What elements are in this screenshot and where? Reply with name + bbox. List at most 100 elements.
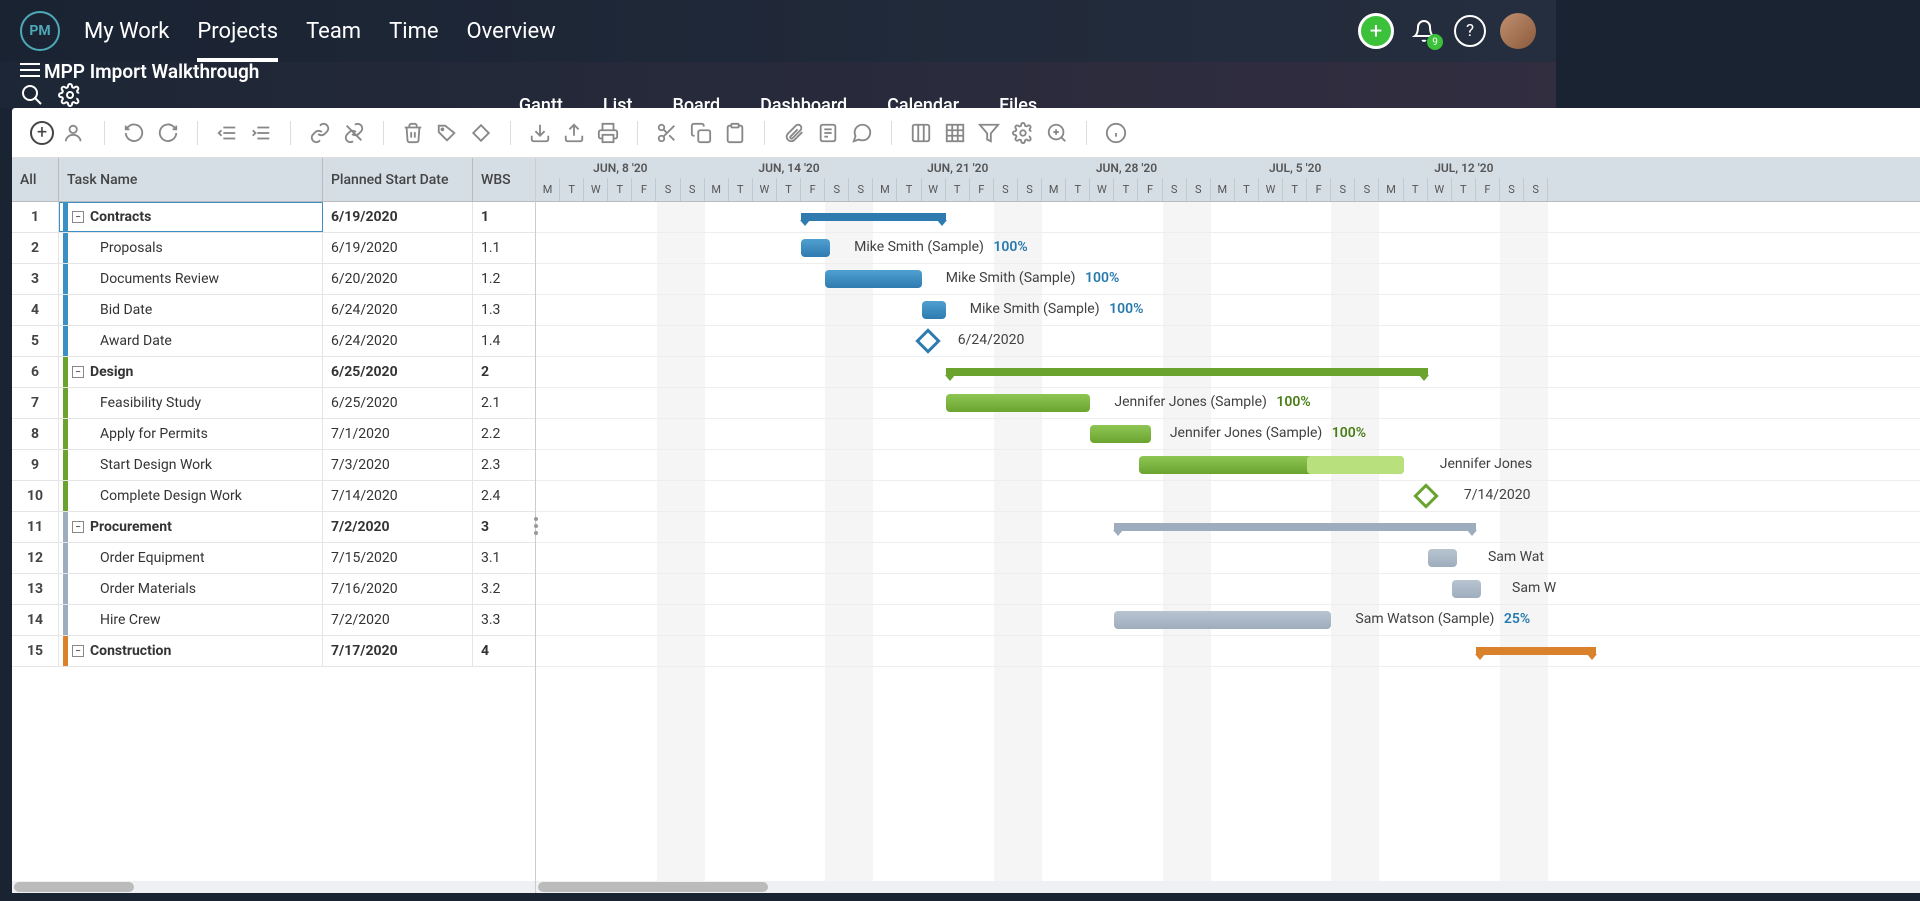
planned-start-cell[interactable]: 7/2/2020 — [323, 605, 473, 635]
nav-projects[interactable]: Projects — [197, 1, 278, 62]
planned-start-cell[interactable]: 7/14/2020 — [323, 481, 473, 511]
info-icon[interactable] — [1103, 120, 1129, 146]
task-row[interactable]: 3Documents Review6/20/20201.2 — [12, 264, 535, 295]
delete-icon[interactable] — [400, 120, 426, 146]
filter-icon[interactable] — [976, 120, 1002, 146]
wbs-cell[interactable]: 3.3 — [473, 605, 535, 635]
milestone-marker[interactable] — [915, 328, 940, 353]
wbs-cell[interactable]: 3.1 — [473, 543, 535, 573]
nav-overview[interactable]: Overview — [467, 1, 556, 62]
search-icon[interactable] — [20, 83, 44, 111]
gantt-row[interactable]: Mike Smith (Sample) 100% — [536, 264, 1920, 295]
nav-my-work[interactable]: My Work — [84, 1, 169, 62]
task-row[interactable]: 1−Contracts6/19/20201 — [12, 202, 535, 233]
zoom-icon[interactable] — [1044, 120, 1070, 146]
task-name-cell[interactable]: Bid Date — [59, 295, 323, 325]
task-row[interactable]: 12Order Equipment7/15/20203.1 — [12, 543, 535, 574]
assign-user-icon[interactable] — [62, 120, 88, 146]
gantt-bar[interactable] — [1307, 456, 1403, 474]
collapse-icon[interactable]: − — [72, 366, 84, 378]
collapse-icon[interactable]: − — [72, 521, 84, 533]
planned-start-cell[interactable]: 7/2/2020 — [323, 512, 473, 542]
task-name-cell[interactable]: Hire Crew — [59, 605, 323, 635]
gantt-row[interactable]: Jennifer Jones (Sample) 100% — [536, 388, 1920, 419]
nav-time[interactable]: Time — [389, 1, 438, 62]
gantt-row[interactable] — [536, 512, 1920, 543]
header-planned-start[interactable]: Planned Start Date — [323, 158, 473, 201]
wbs-cell[interactable]: 3.2 — [473, 574, 535, 604]
collapse-icon[interactable]: − — [72, 645, 84, 657]
milestone-marker[interactable] — [1414, 483, 1439, 508]
gantt-bar[interactable] — [1476, 647, 1597, 655]
wbs-cell[interactable]: 2 — [473, 357, 535, 387]
print-icon[interactable] — [595, 120, 621, 146]
task-name-cell[interactable]: −Contracts — [59, 202, 323, 232]
task-name-cell[interactable]: Order Equipment — [59, 543, 323, 573]
tag-icon[interactable] — [434, 120, 460, 146]
task-name-cell[interactable]: Complete Design Work — [59, 481, 323, 511]
gantt-row[interactable] — [536, 202, 1920, 233]
gantt-row[interactable]: Jennifer Jones — [536, 450, 1920, 481]
planned-start-cell[interactable]: 6/19/2020 — [323, 233, 473, 263]
task-row[interactable]: 4Bid Date6/24/20201.3 — [12, 295, 535, 326]
wbs-cell[interactable]: 1.2 — [473, 264, 535, 294]
gantt-row[interactable] — [536, 357, 1920, 388]
task-name-cell[interactable]: −Design — [59, 357, 323, 387]
planned-start-cell[interactable]: 7/15/2020 — [323, 543, 473, 573]
wbs-cell[interactable]: 2.4 — [473, 481, 535, 511]
task-name-cell[interactable]: Order Materials — [59, 574, 323, 604]
gantt-bar[interactable] — [801, 213, 946, 221]
paste-icon[interactable] — [722, 120, 748, 146]
gantt-bar[interactable] — [825, 270, 921, 288]
planned-start-cell[interactable]: 6/25/2020 — [323, 357, 473, 387]
gantt-row[interactable]: Sam W — [536, 574, 1920, 605]
planned-start-cell[interactable]: 6/19/2020 — [323, 202, 473, 232]
task-row[interactable]: 13Order Materials7/16/20203.2 — [12, 574, 535, 605]
wbs-cell[interactable]: 3 — [473, 512, 535, 542]
gantt-row[interactable]: 7/14/2020 — [536, 481, 1920, 512]
redo-icon[interactable] — [155, 120, 181, 146]
gantt-bar[interactable] — [1428, 549, 1457, 567]
gantt-bar[interactable] — [1090, 425, 1150, 443]
planned-start-cell[interactable]: 7/3/2020 — [323, 450, 473, 480]
app-logo[interactable]: PM — [20, 11, 60, 51]
outdent-icon[interactable] — [214, 120, 240, 146]
task-row[interactable]: 5Award Date6/24/20201.4 — [12, 326, 535, 357]
wbs-cell[interactable]: 1.3 — [473, 295, 535, 325]
edge-handle[interactable] — [0, 451, 1, 485]
gantt-row[interactable]: Sam Wat — [536, 543, 1920, 574]
nav-team[interactable]: Team — [306, 1, 361, 62]
gantt-row[interactable] — [536, 636, 1920, 667]
gear-icon[interactable] — [1010, 120, 1036, 146]
notes-icon[interactable] — [815, 120, 841, 146]
task-name-cell[interactable]: −Procurement — [59, 512, 323, 542]
wbs-cell[interactable]: 2.1 — [473, 388, 535, 418]
gantt-row[interactable]: Mike Smith (Sample) 100% — [536, 233, 1920, 264]
task-row[interactable]: 2Proposals6/19/20201.1 — [12, 233, 535, 264]
task-row[interactable]: 9Start Design Work7/3/20202.3 — [12, 450, 535, 481]
task-name-cell[interactable]: Start Design Work — [59, 450, 323, 480]
gantt-hscroll[interactable] — [536, 881, 1920, 893]
gantt-bar[interactable] — [922, 301, 946, 319]
add-button[interactable]: + — [1358, 13, 1394, 49]
wbs-cell[interactable]: 4 — [473, 636, 535, 666]
planned-start-cell[interactable]: 6/24/2020 — [323, 295, 473, 325]
gantt-bar[interactable] — [1452, 580, 1481, 598]
planned-start-cell[interactable]: 6/20/2020 — [323, 264, 473, 294]
undo-icon[interactable] — [121, 120, 147, 146]
planned-start-cell[interactable]: 7/1/2020 — [323, 419, 473, 449]
task-row[interactable]: 14Hire Crew7/2/20203.3 — [12, 605, 535, 636]
wbs-cell[interactable]: 1.4 — [473, 326, 535, 356]
task-row[interactable]: 7Feasibility Study6/25/20202.1 — [12, 388, 535, 419]
unlink-icon[interactable] — [341, 120, 367, 146]
gantt-bar[interactable] — [1114, 611, 1331, 629]
task-name-cell[interactable]: Award Date — [59, 326, 323, 356]
export-icon[interactable] — [561, 120, 587, 146]
milestone-icon[interactable] — [468, 120, 494, 146]
cut-icon[interactable] — [654, 120, 680, 146]
grid-hscroll[interactable] — [12, 881, 535, 893]
task-name-cell[interactable]: Proposals — [59, 233, 323, 263]
header-task-name[interactable]: Task Name — [59, 158, 323, 201]
task-row[interactable]: 10Complete Design Work7/14/20202.4 — [12, 481, 535, 512]
copy-icon[interactable] — [688, 120, 714, 146]
